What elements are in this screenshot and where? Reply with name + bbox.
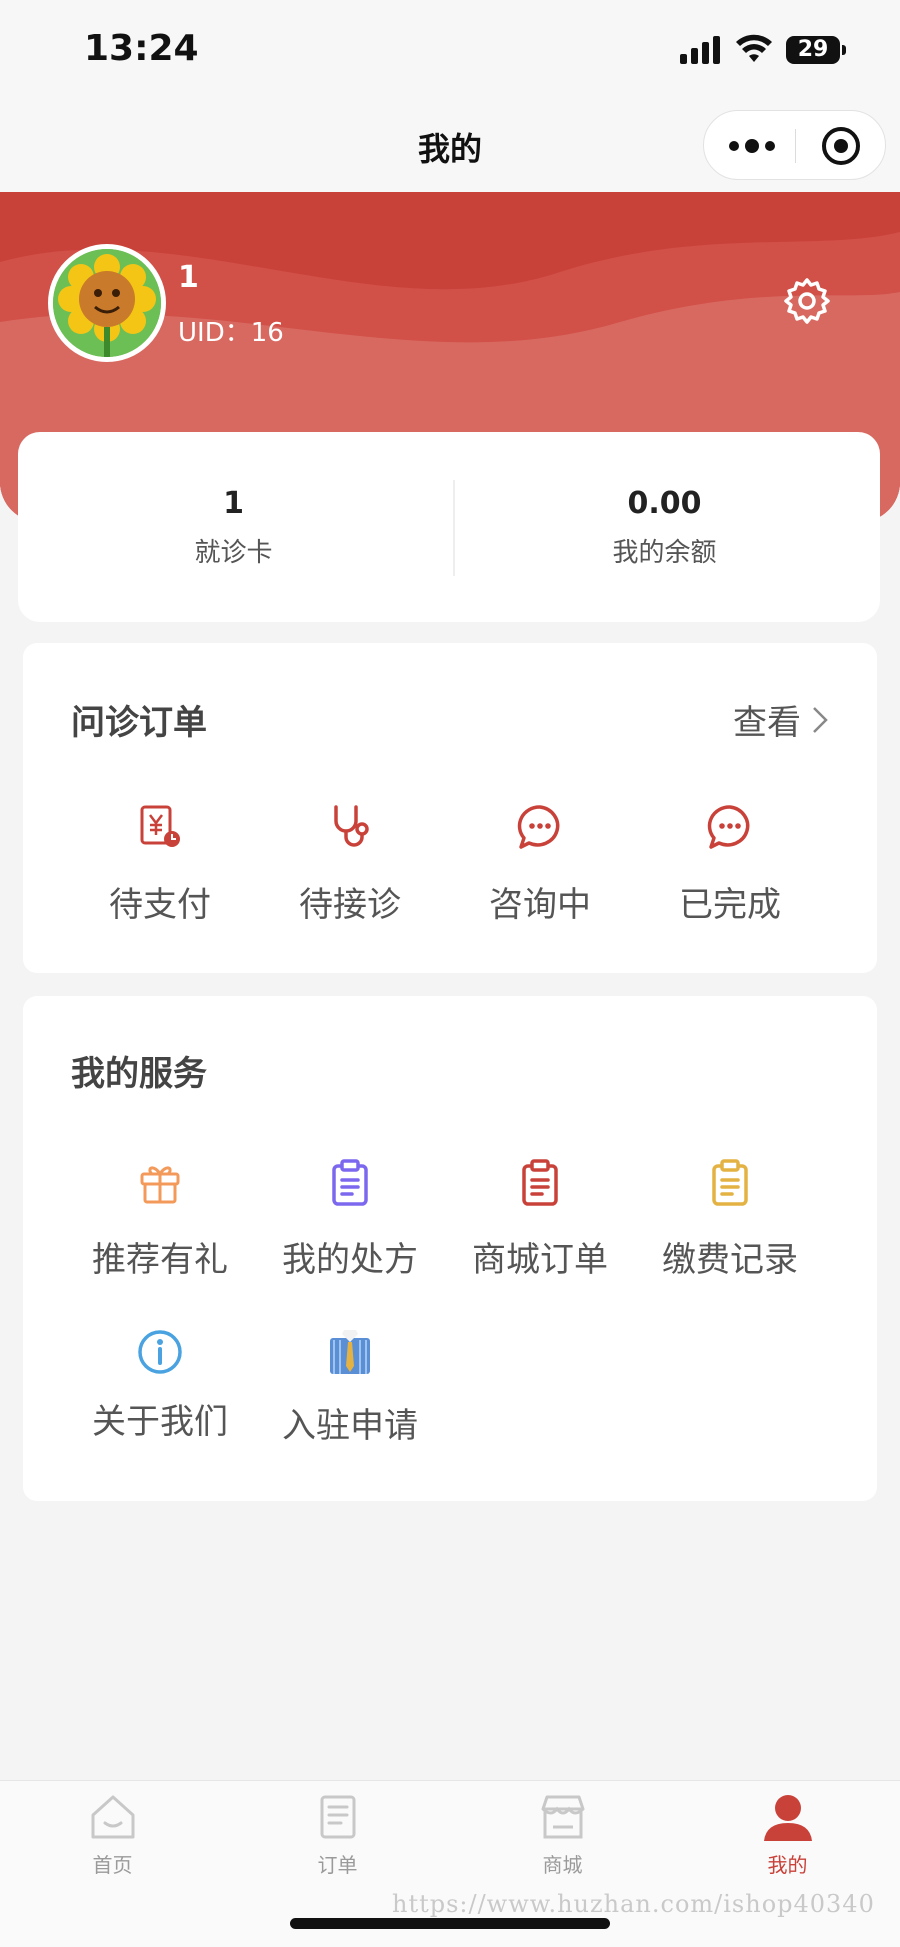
stats-card: 1 就诊卡 0.00 我的余额 bbox=[18, 432, 880, 622]
chat-bubble-icon bbox=[707, 805, 750, 849]
wifi-icon bbox=[736, 34, 772, 62]
chat-bubble-icon bbox=[517, 805, 560, 849]
tab-home[interactable]: 首页 bbox=[0, 1791, 225, 1878]
service-my-prescriptions[interactable]: 我的处方 bbox=[255, 1158, 445, 1281]
tab-mine-label: 我的 bbox=[767, 1853, 808, 1877]
payment-pending-icon bbox=[140, 805, 180, 847]
service-payment-records-label: 缴费记录 bbox=[662, 1240, 798, 1280]
service-about-us-label: 关于我们 bbox=[92, 1402, 228, 1442]
balance-label: 我的余额 bbox=[612, 538, 717, 568]
home-indicator bbox=[290, 1918, 610, 1929]
watermark: https://www.huzhan.com/ishop40340 bbox=[392, 1890, 875, 1918]
document-icon bbox=[320, 1795, 355, 1839]
service-mall-orders[interactable]: 商城订单 bbox=[445, 1158, 635, 1281]
visit-card-count: 1 bbox=[223, 486, 244, 521]
order-completed[interactable]: 已完成 bbox=[635, 803, 825, 926]
navigation-bar: 我的 bbox=[0, 100, 900, 192]
visit-card-label: 就诊卡 bbox=[194, 538, 273, 568]
balance-value: 0.00 bbox=[627, 486, 702, 521]
service-referral-gift[interactable]: 推荐有礼 bbox=[65, 1158, 255, 1281]
gear-icon[interactable] bbox=[782, 276, 832, 326]
tab-mall-label: 商城 bbox=[542, 1853, 583, 1877]
status-time: 13:24 bbox=[84, 28, 199, 69]
view-orders-label: 查看 bbox=[733, 703, 801, 743]
sunflower-avatar-icon bbox=[53, 249, 161, 357]
order-awaiting-consult-label: 待接诊 bbox=[299, 885, 401, 925]
balance-stat[interactable]: 0.00 我的余额 bbox=[449, 432, 880, 622]
clipboard-icon bbox=[712, 1159, 748, 1206]
service-join-application[interactable]: 入驻申请 bbox=[255, 1328, 445, 1447]
mini-program-capsule bbox=[703, 110, 886, 180]
status-bar: 13:24 29 bbox=[0, 0, 900, 100]
service-join-application-label: 入驻申请 bbox=[282, 1406, 418, 1446]
user-icon bbox=[763, 1795, 812, 1841]
store-icon bbox=[541, 1795, 584, 1839]
service-mall-orders-label: 商城订单 bbox=[472, 1240, 608, 1280]
order-completed-label: 已完成 bbox=[679, 885, 781, 925]
user-name: 1 bbox=[178, 260, 199, 295]
clipboard-icon bbox=[522, 1159, 558, 1206]
service-payment-records[interactable]: 缴费记录 bbox=[635, 1158, 825, 1281]
tab-home-label: 首页 bbox=[92, 1853, 133, 1877]
avatar[interactable] bbox=[48, 244, 166, 362]
chevron-right-icon bbox=[813, 706, 828, 733]
stethoscope-icon bbox=[334, 805, 369, 847]
view-orders-link[interactable]: 查看 bbox=[733, 695, 829, 744]
info-icon bbox=[138, 1330, 182, 1374]
tab-mall[interactable]: 商城 bbox=[450, 1791, 675, 1878]
order-awaiting-consult[interactable]: 待接诊 bbox=[255, 803, 445, 926]
home-icon bbox=[91, 1795, 134, 1839]
gift-icon bbox=[140, 1166, 180, 1204]
user-uid: UID：16 bbox=[178, 318, 284, 348]
orders-section-title: 问诊订单 bbox=[71, 703, 207, 743]
close-miniprogram-icon[interactable] bbox=[820, 125, 862, 167]
battery-indicator: 29 bbox=[786, 36, 846, 64]
service-referral-gift-label: 推荐有礼 bbox=[92, 1240, 228, 1280]
suit-tie-icon bbox=[330, 1330, 370, 1374]
tab-mine[interactable]: 我的 bbox=[675, 1791, 900, 1878]
service-my-prescriptions-label: 我的处方 bbox=[282, 1240, 418, 1280]
clipboard-icon bbox=[332, 1159, 368, 1206]
order-pending-payment[interactable]: 待支付 bbox=[65, 803, 255, 926]
visit-card-stat[interactable]: 1 就诊卡 bbox=[18, 432, 449, 622]
tab-orders-label: 订单 bbox=[317, 1853, 358, 1877]
capsule-divider bbox=[795, 129, 796, 163]
services-section-title: 我的服务 bbox=[71, 1054, 207, 1094]
my-services-section: 我的服务 推荐有礼 我的处方 商城订单 缴费记录 关于我们 入驻申请 bbox=[23, 996, 877, 1501]
more-options-icon[interactable] bbox=[724, 131, 780, 161]
consultation-orders-section: 问诊订单 查看 待支付 待接诊 咨询中 已完成 bbox=[23, 643, 877, 973]
tab-orders[interactable]: 订单 bbox=[225, 1791, 450, 1878]
cellular-signal-icon bbox=[680, 36, 720, 64]
order-pending-payment-label: 待支付 bbox=[109, 885, 211, 925]
order-in-consultation[interactable]: 咨询中 bbox=[445, 803, 635, 926]
service-about-us[interactable]: 关于我们 bbox=[65, 1328, 255, 1443]
order-in-consultation-label: 咨询中 bbox=[489, 885, 591, 925]
